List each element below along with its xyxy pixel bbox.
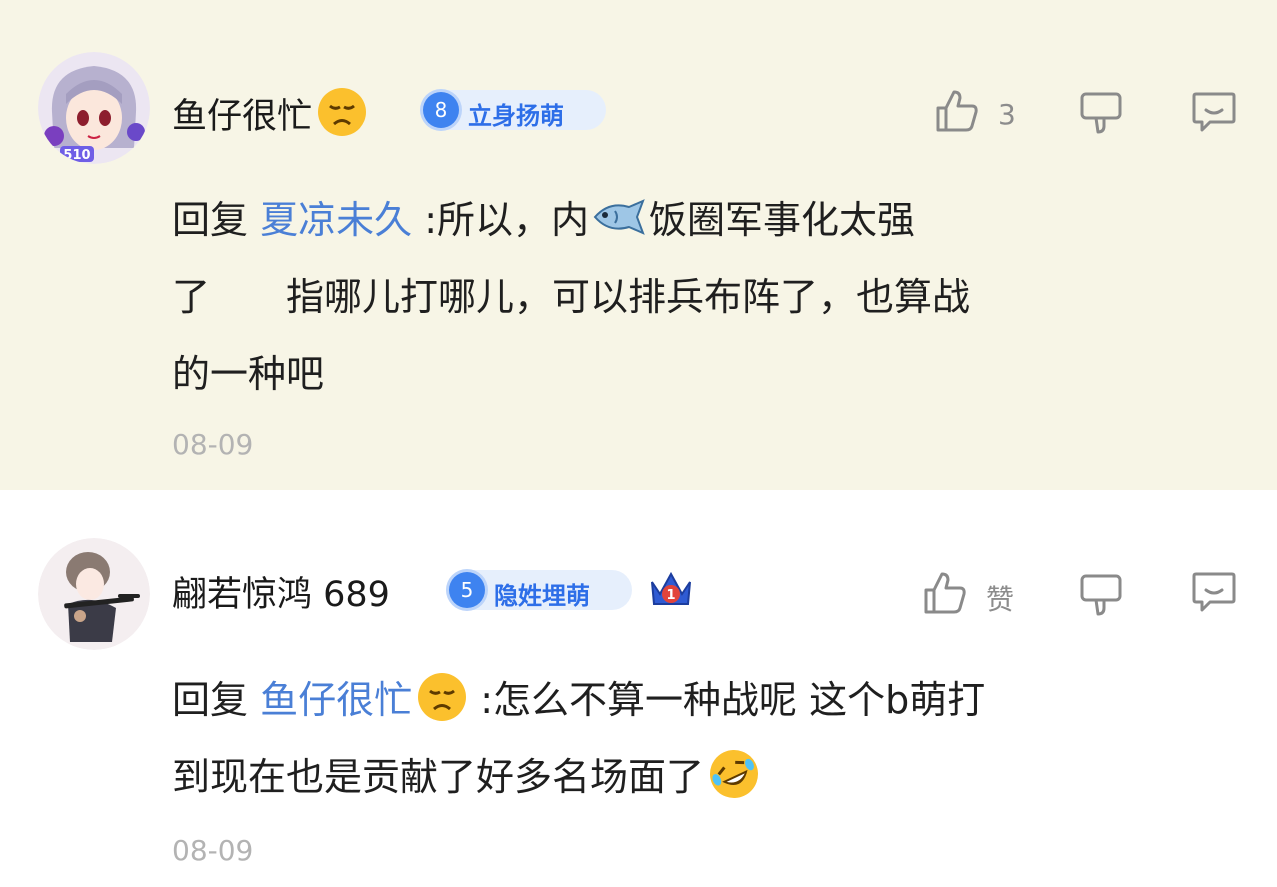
like-label[interactable]: 赞 xyxy=(986,578,1014,618)
rank-crown-badge-icon: 1 xyxy=(648,568,694,614)
thumb-down-icon[interactable] xyxy=(1078,572,1124,622)
comment-card-highlighted: 510 鱼仔很忙 8 立身扬萌 3 回复 夏凉未久:所以，内 饭圈军事化太强 … xyxy=(0,0,1277,490)
username-text[interactable]: 鱼仔很忙 xyxy=(172,97,312,137)
comment-body: 回复 夏凉未久 :所以，内 饭圈军事化太强 了 指哪儿打哪儿，可以排兵布阵了，也… xyxy=(172,182,970,413)
disappointed-face-emoji-icon xyxy=(416,662,468,739)
reply-comment-icon[interactable] xyxy=(1190,88,1238,138)
comment-date: 08-09 xyxy=(172,428,254,461)
avatar[interactable] xyxy=(38,538,150,650)
comment-line-1: 回复 鱼仔很忙 :怎么不算一种战呢 这个b萌打 xyxy=(172,662,985,739)
fish-emoji-icon xyxy=(589,198,649,242)
comment-text-part: :怎么不算一种战呢 这个b萌打 xyxy=(480,678,986,722)
username[interactable]: 鱼仔很忙 xyxy=(172,86,368,139)
username[interactable]: 翩若惊鸿 689 xyxy=(172,566,390,617)
comment-line-2: 了 指哪儿打哪儿，可以排兵布阵了，也算战 xyxy=(172,275,971,319)
avatar[interactable]: 510 xyxy=(38,52,150,164)
comment-line-1: 回复 夏凉未久 :所以，内 饭圈军事化太强 xyxy=(172,182,970,259)
reply-prefix: 回复 xyxy=(172,678,249,722)
comment-line-2: 到现在也是贡献了好多名场面了 xyxy=(172,739,985,816)
comment-body: 回复 鱼仔很忙 :怎么不算一种战呢 这个b萌打 到现在也是贡献了好多名场面了 xyxy=(172,662,985,816)
comment-card: 翩若惊鸿 689 5 隐姓埋萌 1 赞 回复 鱼仔很忙:怎么不算一种战呢 这个… xyxy=(0,490,1277,887)
badge-name: 隐姓埋萌 xyxy=(494,582,590,610)
level-number: 5 xyxy=(449,572,485,608)
disappointed-face-emoji-icon xyxy=(316,86,368,138)
comment-text-part: :所以，内 xyxy=(424,198,590,242)
mentioned-user-link[interactable]: 夏凉未久 xyxy=(260,198,412,242)
level-number: 8 xyxy=(423,92,459,128)
fan-level-badge[interactable]: 8 立身扬萌 xyxy=(420,90,606,130)
rank-number: 1 xyxy=(666,588,675,603)
fan-level-badge[interactable]: 5 隐姓埋萌 xyxy=(446,570,632,610)
reply-comment-icon[interactable] xyxy=(1190,568,1238,618)
thumb-down-icon[interactable] xyxy=(1078,90,1124,140)
mentioned-user-link[interactable]: 鱼仔很忙 xyxy=(260,673,468,722)
thumb-up-icon[interactable] xyxy=(934,88,980,138)
reply-prefix: 回复 xyxy=(172,198,249,242)
like-count: 3 xyxy=(998,98,1016,131)
comment-text-part: 饭圈军事化太强 xyxy=(649,198,916,242)
badge-name: 立身扬萌 xyxy=(468,102,564,130)
thumb-up-icon[interactable] xyxy=(922,570,968,620)
comment-date: 08-09 xyxy=(172,834,254,867)
comment-line-3: 的一种吧 xyxy=(172,352,325,396)
avatar-frame-tag: 510 xyxy=(63,148,90,163)
rolling-on-floor-laughing-emoji-icon xyxy=(708,739,760,816)
